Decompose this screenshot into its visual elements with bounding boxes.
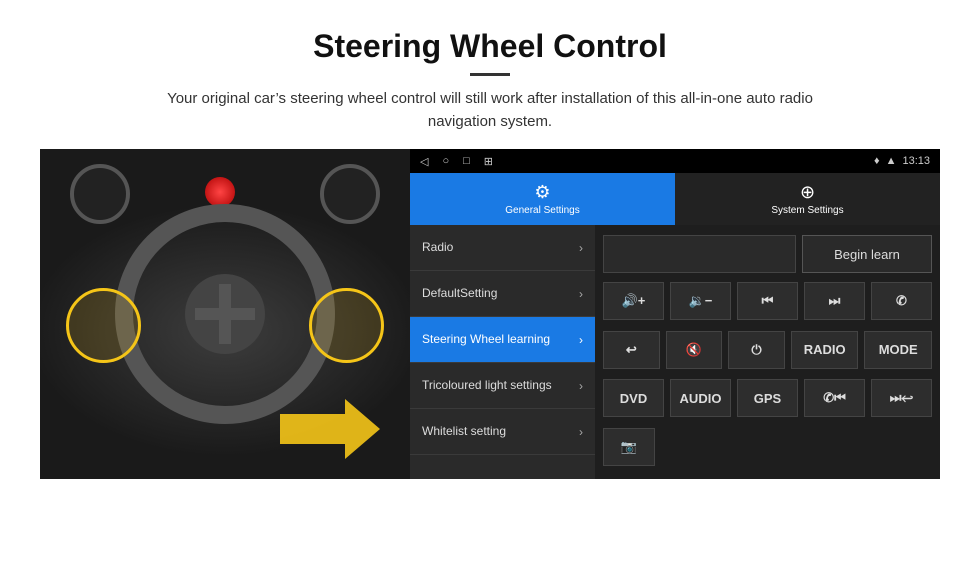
begin-learn-button[interactable]: Begin learn (802, 235, 932, 273)
audio-button[interactable]: AUDIO (670, 379, 731, 417)
nav-buttons: ◁ ○ □ ⊞ (420, 155, 493, 168)
system-settings-icon: ⊕ (800, 182, 815, 203)
menu-whitelist-label: Whitelist setting (422, 424, 506, 438)
right-panel: Begin learn 🔊+ 🔉− ⏮ (595, 225, 940, 479)
menu-nav-icon[interactable]: ⊞ (484, 155, 493, 168)
menu-item-default[interactable]: DefaultSetting › (410, 271, 595, 317)
camera-button[interactable]: 📷 (603, 428, 655, 466)
vol-up-icon: 🔊+ (622, 293, 646, 309)
status-bar: ◁ ○ □ ⊞ ♦ ▲ 13:13 (410, 149, 940, 173)
gps-icon: GPS (754, 391, 781, 406)
vol-down-icon: 🔉− (689, 293, 713, 309)
vol-down-button[interactable]: 🔉− (670, 282, 731, 320)
status-bar-right: ♦ ▲ 13:13 (874, 155, 930, 167)
sw-spoke-v (219, 284, 231, 344)
chevron-tricoloured-icon: › (579, 379, 583, 393)
gps-button[interactable]: GPS (737, 379, 798, 417)
time-display: 13:13 (902, 155, 930, 167)
title-section: Steering Wheel Control Your original car… (40, 28, 940, 133)
subtitle: Your original car’s steering wheel contr… (140, 88, 840, 133)
chevron-default-icon: › (579, 287, 583, 301)
sw-outer-ring (115, 204, 335, 424)
location-icon: ♦ (874, 155, 880, 167)
chevron-whitelist-icon: › (579, 425, 583, 439)
skip-next-icon: ⏭↩ (890, 390, 913, 406)
page-wrapper: Steering Wheel Control Your original car… (0, 0, 980, 499)
steering-wheel-image (40, 149, 410, 479)
recents-nav-icon[interactable]: □ (463, 155, 470, 167)
content-area: ◁ ○ □ ⊞ ♦ ▲ 13:13 ⚙ General Settings (40, 149, 940, 479)
home-nav-icon[interactable]: ○ (442, 155, 449, 167)
menu-steering-label: Steering Wheel learning (422, 332, 550, 346)
phone-prev-icon: ✆⏮ (823, 390, 846, 406)
title-divider (470, 73, 510, 76)
menu-radio-label: Radio (422, 240, 453, 254)
menu-item-steering[interactable]: Steering Wheel learning › (410, 317, 595, 363)
mute-icon: 🔇 (686, 342, 702, 358)
chevron-radio-icon: › (579, 241, 583, 255)
radio-btn-icon: RADIO (804, 342, 846, 357)
tab-system[interactable]: ⊕ System Settings (675, 173, 940, 225)
mode-button[interactable]: MODE (864, 331, 932, 369)
mode-icon: MODE (879, 342, 918, 357)
gauge-red (205, 177, 235, 207)
tab-bar: ⚙ General Settings ⊕ System Settings (410, 173, 940, 225)
control-row-4: 📷 (603, 428, 932, 471)
tab-general-label: General Settings (505, 205, 580, 216)
left-menu: Radio › DefaultSetting › Steering Wheel … (410, 225, 595, 479)
dvd-icon: DVD (620, 391, 647, 406)
sw-center (185, 274, 265, 354)
signal-icon: ▲ (886, 155, 897, 167)
mute-button[interactable]: 🔇 (666, 331, 723, 369)
menu-item-radio[interactable]: Radio › (410, 225, 595, 271)
menu-item-tricoloured[interactable]: Tricoloured light settings › (410, 363, 595, 409)
chevron-steering-icon: › (579, 333, 583, 347)
page-title: Steering Wheel Control (40, 28, 940, 65)
dvd-button[interactable]: DVD (603, 379, 664, 417)
prev-track-icon: ⏮ (762, 293, 774, 309)
next-track-button[interactable]: ⏭ (804, 282, 865, 320)
prev-track-button[interactable]: ⏮ (737, 282, 798, 320)
phone-icon: ✆ (896, 293, 907, 309)
arrow-pointer (280, 399, 380, 464)
headunit-ui: ◁ ○ □ ⊞ ♦ ▲ 13:13 ⚙ General Settings (410, 149, 940, 479)
camera-icon: 📷 (621, 439, 637, 455)
skip-next-button[interactable]: ⏭↩ (871, 379, 932, 417)
back-icon: ↩ (626, 342, 637, 358)
radio-empty-field (603, 235, 796, 273)
control-row-2: ↩ 🔇 ⏻ RADIO MODE (603, 331, 932, 374)
tab-system-label: System Settings (771, 205, 843, 216)
vol-up-button[interactable]: 🔊+ (603, 282, 664, 320)
menu-tricoloured-label: Tricoloured light settings (422, 378, 552, 392)
highlight-circle-right (309, 288, 384, 363)
steering-wheel (115, 204, 335, 424)
general-settings-icon: ⚙ (534, 182, 550, 203)
tab-general[interactable]: ⚙ General Settings (410, 173, 675, 225)
control-row-1: 🔊+ 🔉− ⏮ ⏭ ✆ (603, 282, 932, 325)
highlight-circle-left (66, 288, 141, 363)
power-button[interactable]: ⏻ (728, 331, 785, 369)
phone-prev-button[interactable]: ✆⏮ (804, 379, 865, 417)
next-track-icon: ⏭ (829, 293, 841, 309)
phone-button[interactable]: ✆ (871, 282, 932, 320)
audio-icon: AUDIO (680, 391, 722, 406)
control-row-3: DVD AUDIO GPS ✆⏮ ⏭↩ (603, 379, 932, 422)
main-content: Radio › DefaultSetting › Steering Wheel … (410, 225, 940, 479)
back-nav-icon[interactable]: ◁ (420, 155, 428, 168)
radio-row: Begin learn (603, 233, 932, 276)
menu-default-label: DefaultSetting (422, 286, 497, 300)
radio-btn[interactable]: RADIO (791, 331, 859, 369)
back-button[interactable]: ↩ (603, 331, 660, 369)
power-icon: ⏻ (751, 342, 761, 358)
menu-item-whitelist[interactable]: Whitelist setting › (410, 409, 595, 455)
